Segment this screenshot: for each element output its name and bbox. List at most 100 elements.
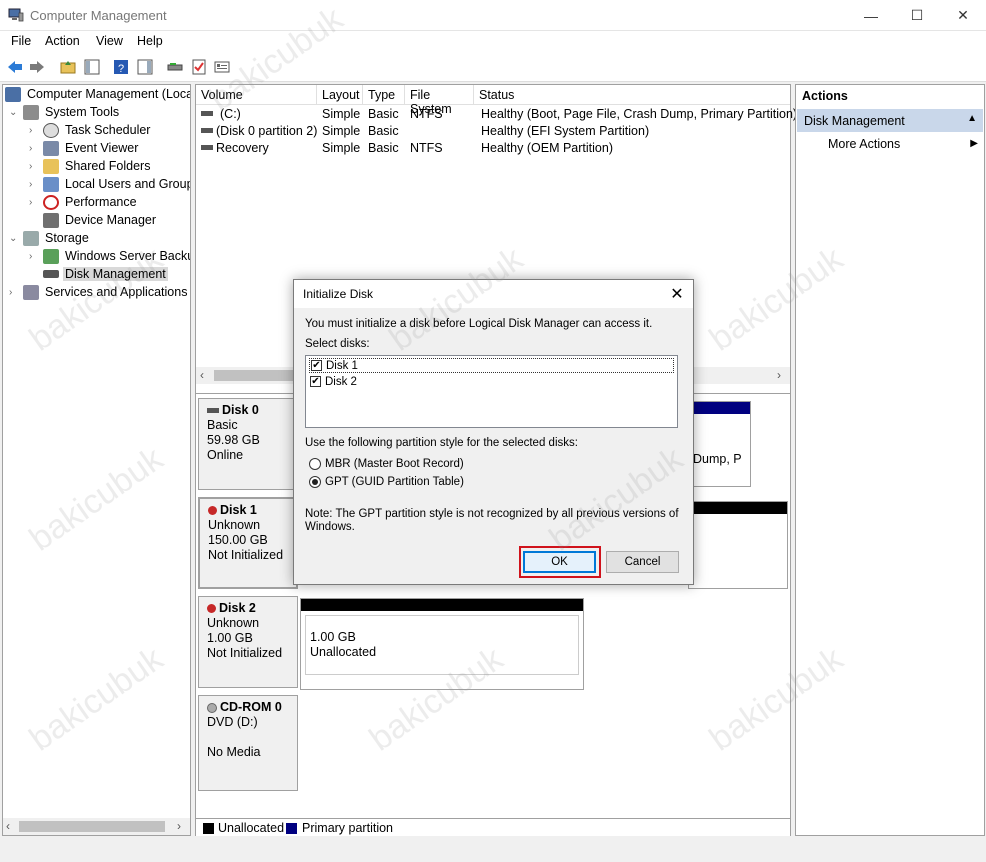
storage-icon: [23, 230, 39, 246]
scroll-right-icon[interactable]: ›: [177, 819, 181, 833]
scroll-left-icon[interactable]: ‹: [6, 819, 10, 833]
checkbox-checked-icon[interactable]: ✔: [310, 376, 321, 387]
chevron-right-icon[interactable]: ›: [9, 287, 23, 298]
chevron-right-icon[interactable]: ›: [29, 125, 43, 136]
column-header-layout[interactable]: Layout: [317, 85, 363, 105]
help-icon[interactable]: ?: [112, 58, 130, 76]
column-header-status[interactable]: Status: [474, 85, 790, 105]
chevron-right-icon[interactable]: ›: [29, 161, 43, 172]
chevron-down-icon[interactable]: ⌄: [9, 233, 23, 244]
tree-item-shared-folders[interactable]: › Shared Folders: [29, 157, 152, 175]
disk-1-checkbox-item[interactable]: ✔ Disk 1: [309, 358, 674, 373]
volume-row[interactable]: (Disk 0 partition 2) Simple Basic Health…: [196, 123, 790, 140]
unallocated-partition-bar: [689, 502, 787, 514]
show-hide-tree-icon[interactable]: [83, 58, 101, 76]
tree-item-label: Computer Management (Local: [27, 87, 191, 101]
tree-item-disk-management[interactable]: Disk Management: [43, 265, 168, 283]
disk-0-label[interactable]: Disk 0 Basic 59.98 GB Online: [198, 398, 298, 490]
collapse-up-icon[interactable]: ▲: [967, 113, 977, 124]
tree-item-local-users[interactable]: › Local Users and Groups: [29, 175, 191, 193]
disk-1-label[interactable]: Disk 1 Unknown 150.00 GB Not Initialized: [198, 497, 298, 589]
disk-0-partition[interactable]: Dump, P: [688, 401, 751, 487]
tree-item-task-scheduler[interactable]: › Task Scheduler: [29, 121, 152, 139]
actions-disk-management[interactable]: Disk Management ▲: [797, 109, 983, 132]
volume-row[interactable]: (C:) Simple Basic NTFS Healthy (Boot, Pa…: [196, 106, 797, 123]
disk-1-partition[interactable]: [688, 501, 788, 589]
tree-item-storage[interactable]: ⌄ Storage: [9, 229, 91, 247]
clock-icon: [43, 122, 59, 138]
tree-item-event-viewer[interactable]: › Event Viewer: [29, 139, 140, 157]
ok-button[interactable]: OK: [523, 551, 596, 573]
minimize-button[interactable]: —: [848, 0, 894, 31]
device-manager-icon: [43, 212, 59, 228]
disk-2-checkbox-item[interactable]: ✔ Disk 2: [309, 374, 357, 389]
disk-type: Basic: [207, 418, 238, 432]
more-actions-item[interactable]: More Actions ▶: [828, 137, 978, 151]
menu-file[interactable]: File: [11, 34, 31, 48]
chevron-down-icon[interactable]: ⌄: [9, 107, 23, 118]
tree-item-windows-server-backup[interactable]: › Windows Server Backup: [29, 247, 190, 265]
tree-horizontal-scrollbar[interactable]: ‹ ›: [3, 818, 190, 835]
tree-item-performance[interactable]: › Performance: [29, 193, 139, 211]
checkbox-checked-icon[interactable]: ✔: [311, 360, 322, 371]
legend: Unallocated Primary partition: [196, 818, 790, 836]
mbr-radio[interactable]: MBR (Master Boot Record): [309, 458, 464, 470]
column-header-file-system[interactable]: File System: [405, 85, 474, 116]
tree-item-computer-management[interactable]: Computer Management (Local: [5, 85, 191, 103]
maximize-button[interactable]: ☐: [894, 0, 940, 31]
scroll-left-icon[interactable]: ‹: [200, 368, 204, 382]
dialog-title: Initialize Disk: [303, 287, 374, 301]
column-header-type[interactable]: Type: [363, 85, 405, 105]
radio-unselected-icon[interactable]: [309, 458, 321, 470]
connect-icon[interactable]: [166, 58, 184, 76]
disk-option-label: Disk 1: [326, 359, 358, 372]
dialog-close-button[interactable]: ✕: [665, 282, 689, 306]
chevron-right-icon[interactable]: ›: [29, 197, 43, 208]
disk-2-label[interactable]: Disk 2 Unknown 1.00 GB Not Initialized: [198, 596, 298, 688]
volume-icon: [201, 145, 213, 150]
tree-item-services-and-applications[interactable]: › Services and Applications: [9, 283, 189, 301]
back-arrow-icon[interactable]: [6, 58, 24, 76]
system-tools-icon: [23, 104, 39, 120]
initialize-disk-dialog: Initialize Disk ✕ You must initialize a …: [293, 279, 694, 585]
chevron-right-icon[interactable]: ›: [29, 251, 43, 262]
cd-icon: [207, 702, 217, 713]
column-header-volume[interactable]: Volume: [196, 85, 317, 105]
chevron-right-icon[interactable]: ›: [29, 143, 43, 154]
menu-action[interactable]: Action: [45, 34, 80, 48]
properties-icon[interactable]: [213, 58, 231, 76]
disk-icon: [207, 408, 219, 413]
scrollbar-thumb[interactable]: [19, 821, 165, 832]
not-initialized-disk-icon: [208, 506, 217, 515]
tree-item-label: Device Manager: [65, 213, 157, 227]
disk-type: Unknown: [208, 518, 261, 532]
menu-view[interactable]: View: [96, 34, 123, 48]
disk-2-partition[interactable]: 1.00 GB Unallocated: [300, 598, 584, 690]
disk-name: CD-ROM 0: [220, 700, 282, 714]
disk-select-list[interactable]: ✔ Disk 1 ✔ Disk 2: [305, 355, 678, 428]
scrollbar-thumb[interactable]: [214, 370, 294, 381]
event-viewer-icon: [43, 140, 59, 156]
cdrom-label[interactable]: CD-ROM 0 DVD (D:) No Media: [198, 695, 298, 791]
tree-item-device-manager[interactable]: Device Manager: [43, 211, 158, 229]
forward-arrow-icon[interactable]: [28, 58, 46, 76]
volume-row[interactable]: Recovery Simple Basic NTFS Healthy (OEM …: [196, 140, 790, 157]
chevron-right-icon[interactable]: ›: [29, 179, 43, 190]
disk-state: Online: [207, 448, 244, 462]
gpt-note-line-1: Note: The GPT partition style is not rec…: [305, 508, 679, 520]
scroll-right-icon[interactable]: ›: [777, 368, 781, 382]
radio-selected-icon[interactable]: [309, 476, 321, 488]
show-hide-action-pane-icon[interactable]: [136, 58, 154, 76]
cancel-button[interactable]: Cancel: [606, 551, 679, 573]
check-disk-icon[interactable]: [190, 58, 208, 76]
tree-item-system-tools[interactable]: ⌄ System Tools: [9, 103, 121, 121]
menu-help[interactable]: Help: [137, 34, 163, 48]
tree-item-label: Event Viewer: [65, 141, 139, 155]
gpt-radio[interactable]: GPT (GUID Partition Table): [309, 476, 464, 488]
close-icon: ✕: [670, 286, 684, 303]
tree-item-label: Local Users and Groups: [65, 177, 191, 191]
primary-partition-swatch: [286, 823, 297, 834]
partition-details: 1.00 GB Unallocated: [305, 615, 579, 675]
close-button[interactable]: ✕: [940, 0, 986, 31]
up-folder-icon[interactable]: [59, 58, 77, 76]
